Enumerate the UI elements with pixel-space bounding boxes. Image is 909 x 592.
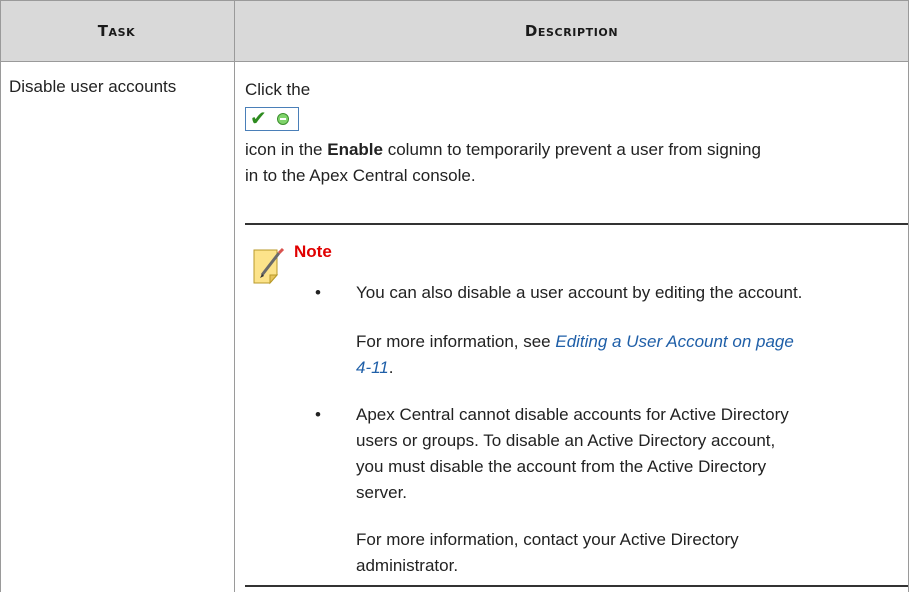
editing-user-account-link[interactable]: Editing a User Account on page xyxy=(555,332,793,351)
bullet-2-line2: users or groups. To disable an Active Di… xyxy=(356,431,776,450)
note-title: Note xyxy=(294,242,332,261)
bullet-1-text: You can also disable a user account by e… xyxy=(356,283,803,302)
column-divider xyxy=(234,0,235,592)
note-top-rule xyxy=(245,223,908,225)
page-ref-link[interactable]: 4-11 xyxy=(356,358,389,377)
task-cell: Disable user accounts xyxy=(9,77,177,96)
bullet-1-more-line1: For more information, see Editing a User… xyxy=(356,329,794,355)
bullet-marker: • xyxy=(315,405,321,424)
table-left-border xyxy=(0,0,1,592)
table-top-border xyxy=(0,0,909,1)
checkmark-icon: ✔ xyxy=(250,108,267,130)
bullet-1-more-line2: 4-11. xyxy=(356,355,394,381)
enable-column-label: Enable xyxy=(327,140,383,159)
header-task: Task xyxy=(97,22,136,40)
header-description: Description xyxy=(524,22,619,40)
note-bottom-rule xyxy=(245,585,908,587)
header-bottom-border xyxy=(0,61,909,62)
note-pencil-icon xyxy=(253,247,285,285)
period-text: . xyxy=(388,358,394,377)
description-line2: icon in the Enable column to temporarily… xyxy=(245,137,761,163)
bullet-2-line1: Apex Central cannot disable accounts for… xyxy=(356,405,789,424)
more-info-text: For more information, see xyxy=(356,332,556,351)
description-text: column to temporarily prevent a user fro… xyxy=(382,140,761,159)
task-table: Task Description Disable user accounts C… xyxy=(0,0,909,592)
bullet-2-more-line1: For more information, contact your Activ… xyxy=(356,530,739,549)
bullet-marker: • xyxy=(315,283,321,302)
bullet-2-more-line2: administrator. xyxy=(356,556,459,575)
bullet-2-line3: you must disable the account from the Ac… xyxy=(356,457,767,476)
description-line1: Click the xyxy=(245,80,311,99)
bullet-2-line4: server. xyxy=(356,483,408,502)
enable-check-icon: ✔ xyxy=(245,107,299,131)
description-line3: in to the Apex Central console. xyxy=(245,166,476,185)
green-dot-icon xyxy=(277,113,289,125)
description-text: icon in the xyxy=(245,140,328,159)
